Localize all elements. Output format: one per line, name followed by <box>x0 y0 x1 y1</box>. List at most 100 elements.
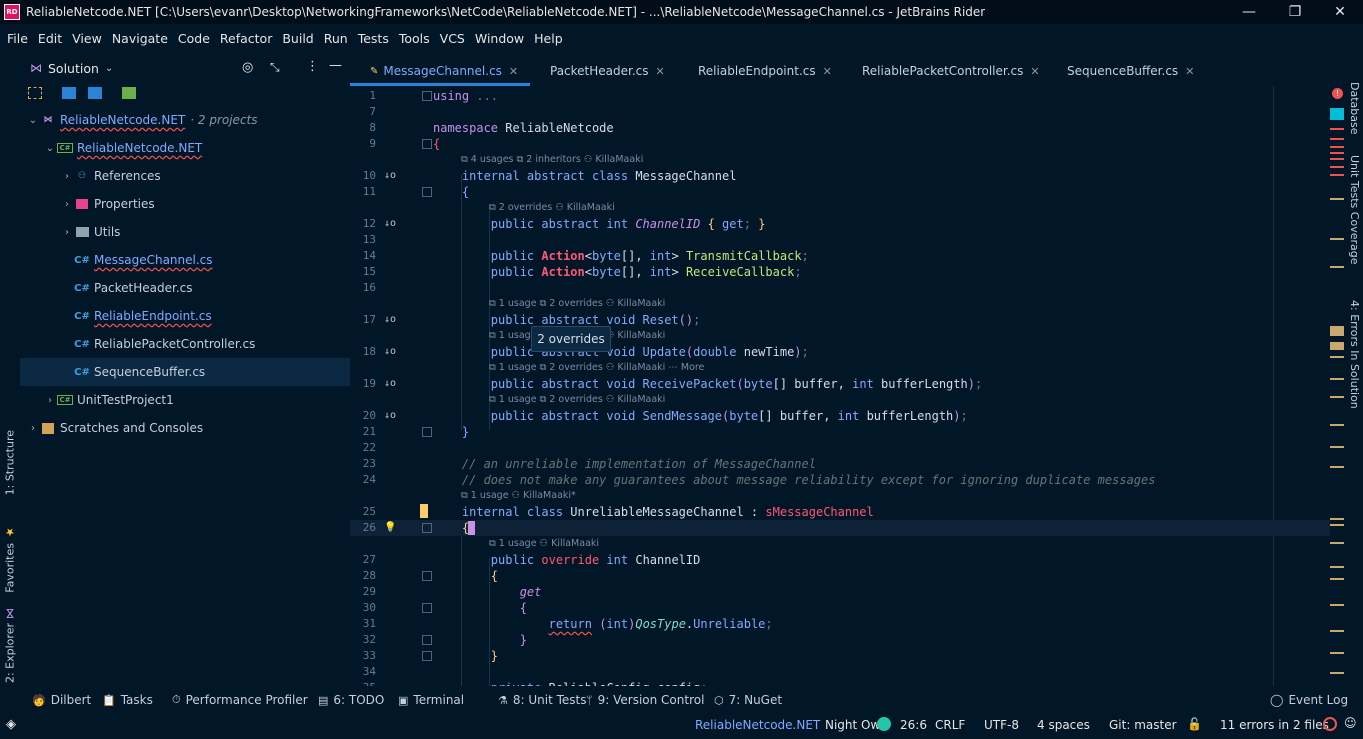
line-number[interactable]: 7 <box>350 104 376 120</box>
stripe-mark[interactable] <box>1330 378 1344 380</box>
code-line[interactable]: 25 internal class UnreliableMessageChann… <box>350 504 1330 520</box>
expand-arrow-icon[interactable]: › <box>43 395 57 406</box>
line-number[interactable]: 13 <box>350 232 376 248</box>
minimize-icon[interactable]: — <box>1226 0 1272 24</box>
notification-icon[interactable]: ☺ <box>1344 716 1357 730</box>
select-icon[interactable] <box>28 87 42 99</box>
stripe-mark[interactable] <box>1330 356 1344 358</box>
code-vision-hint[interactable]: ⧉ 1 usage ⧉ 2 overrides ⚇ KillaMaaki ⋯ M… <box>489 360 704 376</box>
menu-run[interactable]: Run <box>319 31 353 46</box>
status-encoding[interactable]: UTF-8 <box>978 718 1025 732</box>
line-number[interactable]: 31 <box>350 616 376 632</box>
toolwindow-tasks[interactable]: 📋 Tasks <box>92 693 159 707</box>
tab-close-icon[interactable]: ✕ <box>509 65 518 78</box>
code-editor[interactable]: 1 using ... 7 8 namespace ReliableNetcode 9{⧉… <box>350 86 1330 686</box>
code-vision-hint[interactable]: ⧉ 1 usage ⚇ KillaMaaki <box>489 536 599 552</box>
maximize-icon[interactable]: ❐ <box>1272 0 1318 24</box>
line-number[interactable]: 24 <box>350 472 376 488</box>
menu-file[interactable]: File <box>2 31 33 46</box>
line-number[interactable]: 33 <box>350 648 376 664</box>
menu-vcs[interactable]: VCS <box>435 31 470 46</box>
line-number[interactable]: 8 <box>350 120 376 136</box>
menu-refactor[interactable]: Refactor <box>215 31 277 46</box>
menu-tools[interactable]: Tools <box>394 31 435 46</box>
implemented-icon[interactable]: ↓o <box>384 216 400 232</box>
toolwindow-terminal[interactable]: ▣ Terminal <box>388 693 470 707</box>
tab-reliablepacketcontroller-cs[interactable]: ReliablePacketController.cs ✕ <box>842 56 1047 86</box>
line-number[interactable]: 30 <box>350 600 376 616</box>
fold-icon[interactable] <box>422 523 432 533</box>
line-number[interactable]: 23 <box>350 456 376 472</box>
tab-close-icon[interactable]: ✕ <box>823 65 832 78</box>
line-number[interactable]: 9 <box>350 136 376 152</box>
stripe-mark[interactable] <box>1330 524 1344 526</box>
fold-icon[interactable] <box>422 139 432 149</box>
code-line[interactable]: 13 <box>350 232 1330 248</box>
line-number[interactable]: 18 <box>350 344 376 360</box>
stripe-mark[interactable] <box>1330 128 1344 130</box>
line-number[interactable]: 17 <box>350 312 376 328</box>
terminal-icon[interactable] <box>62 87 76 99</box>
stripe-mark[interactable] <box>1330 158 1344 160</box>
stripe-mark[interactable] <box>1330 652 1344 654</box>
code-line[interactable]: 21 } <box>350 424 1330 440</box>
line-number[interactable]: 15 <box>350 264 376 280</box>
implemented-icon[interactable]: ↓o <box>384 376 400 392</box>
layers-icon[interactable]: ◈ <box>6 717 16 732</box>
implemented-icon[interactable]: ↓o <box>384 344 400 360</box>
line-number[interactable]: 14 <box>350 248 376 264</box>
code-line[interactable]: 22 <box>350 440 1330 456</box>
line-number[interactable]: 35 <box>350 680 376 686</box>
code-line[interactable]: 29 get <box>350 584 1330 600</box>
code-line[interactable]: 20 ↓o public abstract void SendMessage(by… <box>350 408 1330 424</box>
fold-icon[interactable] <box>422 635 432 645</box>
stripe-mark[interactable] <box>1330 174 1344 176</box>
tree-item[interactable]: C# ReliableEndpoint.cs <box>20 302 350 330</box>
line-number[interactable]: 10 <box>350 168 376 184</box>
implemented-icon[interactable]: ↓o <box>384 168 400 184</box>
stripe-mark[interactable] <box>1330 146 1344 148</box>
line-number[interactable]: 29 <box>350 584 376 600</box>
code-line[interactable]: 16 <box>350 280 1330 296</box>
line-number[interactable]: 1 <box>350 88 376 104</box>
tab-close-icon[interactable]: ✕ <box>1030 65 1039 78</box>
stripe-mark[interactable] <box>1330 152 1344 154</box>
error-icon[interactable] <box>1323 717 1337 731</box>
line-number[interactable]: 32 <box>350 632 376 648</box>
structure-tab[interactable]: 1: Structure <box>2 430 18 495</box>
code-line[interactable]: 11 { <box>350 184 1330 200</box>
menu-code[interactable]: Code <box>173 31 215 46</box>
fold-icon[interactable] <box>422 603 432 613</box>
code-line[interactable]: 32 } <box>350 632 1330 648</box>
implemented-icon[interactable]: ↓o <box>384 408 400 424</box>
explorer-tab[interactable]: 2: Explorer ⋈ <box>2 608 18 683</box>
menu-edit[interactable]: Edit <box>33 31 67 46</box>
code-vision-hint[interactable]: ⧉ 1 usage ⧉ 2 overrides ⚇ KillaMaaki <box>489 392 665 408</box>
stripe-mark[interactable] <box>1330 672 1344 674</box>
stripe-mark[interactable] <box>1330 396 1344 398</box>
stripe-mark[interactable] <box>1330 326 1344 336</box>
implemented-icon[interactable]: ↓o <box>384 312 400 328</box>
tab-close-icon[interactable]: ✕ <box>1185 65 1194 78</box>
status-position[interactable]: 26:6 <box>894 718 933 732</box>
view-icon[interactable] <box>122 87 136 99</box>
line-number[interactable]: 27 <box>350 552 376 568</box>
tree-item[interactable]: › Properties <box>20 190 350 218</box>
line-number[interactable]: 25 <box>350 504 376 520</box>
code-line[interactable]: 35 private ReliableConfig config; <box>350 680 1330 686</box>
status-line-separator[interactable]: CRLF <box>929 718 971 732</box>
stripe-mark[interactable] <box>1330 566 1344 568</box>
code-line[interactable]: 34 <box>350 664 1330 680</box>
errors-in-solution-tab[interactable]: 4: Errors In Solution <box>1347 300 1361 409</box>
line-number[interactable]: 28 <box>350 568 376 584</box>
stripe-mark[interactable] <box>1330 578 1344 580</box>
line-number[interactable]: 19 <box>350 376 376 392</box>
menu-navigate[interactable]: Navigate <box>107 31 173 46</box>
expand-arrow-icon[interactable]: › <box>26 423 40 434</box>
hide-panel-icon[interactable]: — <box>329 58 342 73</box>
code-line[interactable]: 33 } <box>350 648 1330 664</box>
stripe-mark[interactable] <box>1330 138 1344 140</box>
stripe-mark[interactable] <box>1330 518 1344 520</box>
code-line[interactable]: 14 public Action<byte[], int> TransmitCa… <box>350 248 1330 264</box>
tab-messagechannel-cs[interactable]: ✎ MessageChannel.cs ✕ <box>350 56 530 86</box>
